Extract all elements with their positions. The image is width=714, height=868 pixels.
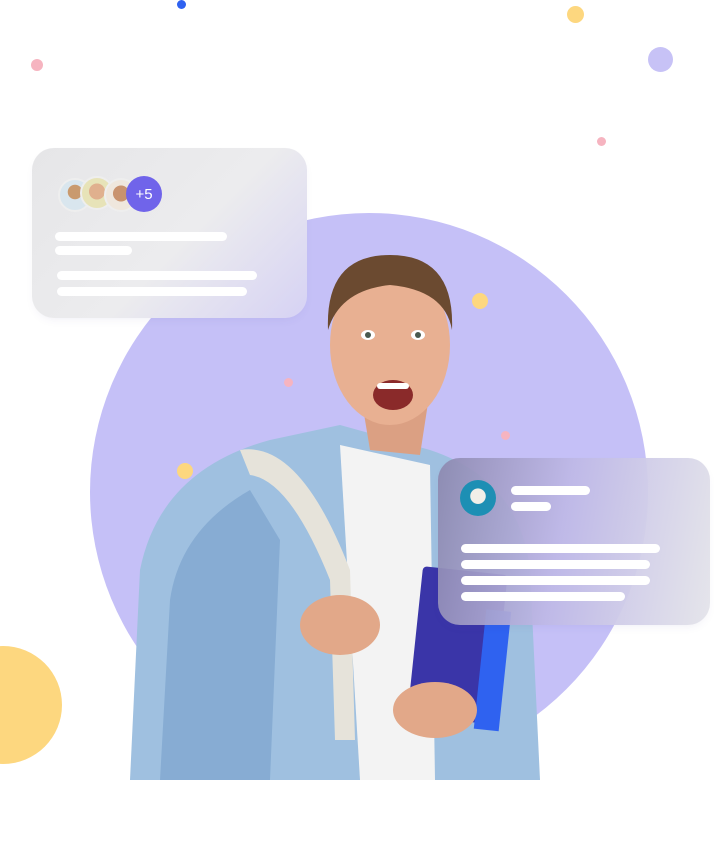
profile-card xyxy=(438,458,710,625)
text-placeholder-line xyxy=(461,592,625,601)
yellow-dot xyxy=(177,463,193,479)
text-placeholder-line xyxy=(55,232,227,241)
text-placeholder-line xyxy=(57,271,257,280)
large-yellow-circle xyxy=(0,646,62,764)
text-placeholder-line xyxy=(57,287,247,296)
group-members-card: +5 xyxy=(32,148,307,318)
blue-dot xyxy=(177,0,186,9)
text-placeholder-line xyxy=(55,246,132,255)
extra-members-count: +5 xyxy=(126,176,162,212)
text-placeholder-line xyxy=(461,560,650,569)
pink-dot xyxy=(597,137,606,146)
text-placeholder-line xyxy=(461,576,650,585)
lavender-dot xyxy=(648,47,673,72)
pink-dot xyxy=(501,431,510,440)
text-placeholder-line xyxy=(511,502,551,511)
yellow-dot xyxy=(472,293,488,309)
pink-dot xyxy=(31,59,43,71)
text-placeholder-line xyxy=(461,544,660,553)
yellow-dot xyxy=(567,6,584,23)
man-with-cowboy-hat-avatar xyxy=(460,480,496,516)
pink-dot xyxy=(284,378,293,387)
text-placeholder-line xyxy=(511,486,590,495)
